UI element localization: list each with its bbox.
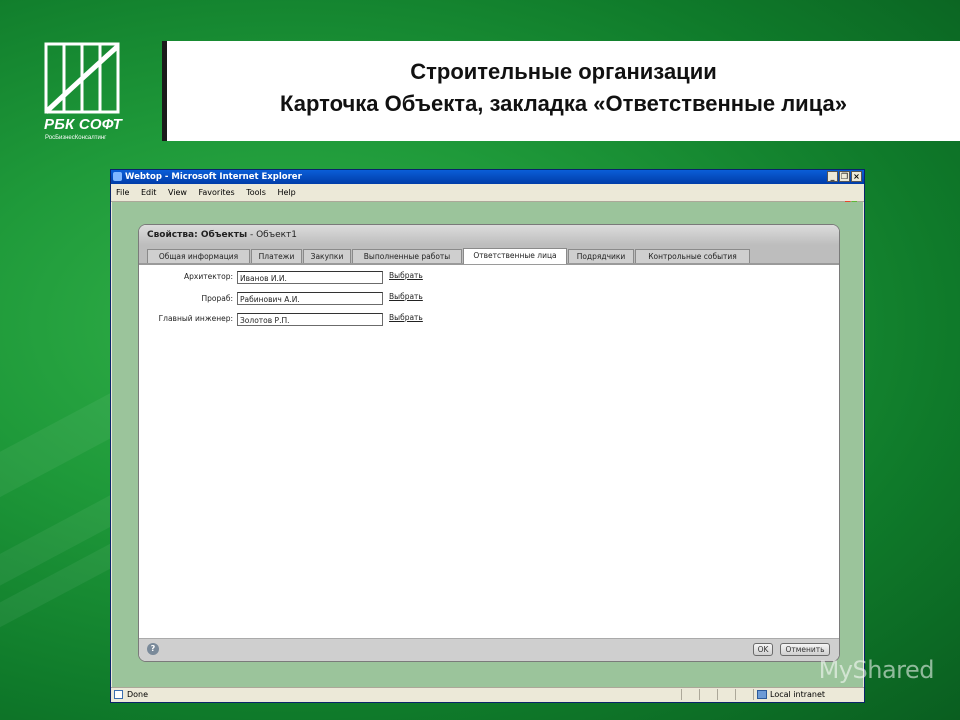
status-segment: [681, 689, 700, 700]
foreman-select-link[interactable]: Выбрать: [389, 292, 423, 301]
status-segment: [717, 689, 736, 700]
status-text: Done: [127, 690, 149, 699]
zone-text: Local intranet: [770, 690, 826, 699]
logo-name: РБК СОФТ: [44, 116, 123, 133]
restore-icon[interactable]: ❐: [839, 171, 850, 182]
browser-menubar: File Edit View Favorites Tools Help: [111, 185, 864, 213]
architect-label: Архитектор:: [184, 272, 233, 281]
dialog-header-title: Свойства: Объекты: [147, 230, 248, 240]
window-controls: _ ❐ ×: [827, 171, 862, 183]
menu-favorites[interactable]: Favorites: [199, 188, 235, 197]
dialog-footer: ? OK Отменить: [139, 638, 839, 661]
slide-title-line1: Строительные организации: [410, 59, 717, 84]
tab-purchases[interactable]: Закупки: [303, 249, 351, 263]
status-segment: [735, 689, 754, 700]
dialog-header: Свойства: Объекты - Объект1: [139, 225, 839, 245]
browser-window-title: Webtop - Microsoft Internet Explorer: [125, 172, 302, 182]
chief-engineer-select-link[interactable]: Выбрать: [389, 313, 423, 322]
chief-engineer-label: Главный инженер:: [158, 314, 233, 323]
ie-app-icon: [113, 172, 122, 181]
tab-bar: Общая информация Платежи Закупки Выполне…: [139, 245, 839, 265]
browser-window: Webtop - Microsoft Internet Explorer _ ❐…: [110, 169, 865, 703]
menu-file[interactable]: File: [116, 188, 129, 197]
browser-titlebar[interactable]: Webtop - Microsoft Internet Explorer _ ❐…: [111, 170, 864, 184]
foreman-label: Прораб:: [201, 294, 234, 303]
page-status-icon: [114, 690, 123, 699]
minimize-icon[interactable]: _: [827, 171, 838, 182]
menu-view[interactable]: View: [168, 188, 187, 197]
company-logo: РБК СОФТ РосБизнесКонсалтинг: [44, 42, 124, 146]
menu-edit[interactable]: Edit: [141, 188, 157, 197]
dialog-header-object: - Объект1: [247, 230, 298, 240]
architect-field[interactable]: Иванов И.И.: [237, 271, 383, 284]
menu-help[interactable]: Help: [277, 188, 295, 197]
logo-subtitle: РосБизнесКонсалтинг: [45, 135, 107, 141]
tab-general-info[interactable]: Общая информация: [147, 249, 250, 263]
logo-mark-icon: [44, 42, 120, 114]
chief-engineer-field[interactable]: Золотов Р.П.: [237, 313, 383, 326]
cancel-button[interactable]: Отменить: [780, 643, 830, 656]
architect-select-link[interactable]: Выбрать: [389, 271, 423, 280]
tab-payments[interactable]: Платежи: [251, 249, 302, 263]
status-segment: [753, 689, 755, 700]
status-segment: [699, 689, 718, 700]
slide-title-panel: Строительные организации Карточка Объект…: [162, 41, 960, 141]
browser-statusbar: Done Local intranet: [111, 687, 864, 702]
intranet-zone-icon: [757, 690, 767, 699]
watermark: MyShared: [818, 656, 935, 684]
tab-contractors[interactable]: Подрядчики: [568, 249, 634, 263]
menu-tools[interactable]: Tools: [246, 188, 266, 197]
close-icon[interactable]: ×: [851, 171, 862, 182]
slide-title-line2: Карточка Объекта, закладка «Ответственны…: [280, 91, 847, 116]
browser-content: Свойства: Объекты - Объект1 Общая информ…: [112, 202, 863, 687]
tab-control-events[interactable]: Контрольные события: [635, 249, 750, 263]
properties-dialog: Свойства: Объекты - Объект1 Общая информ…: [138, 224, 840, 662]
tab-responsible-persons[interactable]: Ответственные лица: [463, 248, 567, 264]
tab-completed-works[interactable]: Выполненные работы: [352, 249, 462, 263]
help-icon[interactable]: ?: [147, 643, 159, 655]
ok-button[interactable]: OK: [753, 643, 773, 656]
foreman-field[interactable]: Рабинович А.И.: [237, 292, 383, 305]
